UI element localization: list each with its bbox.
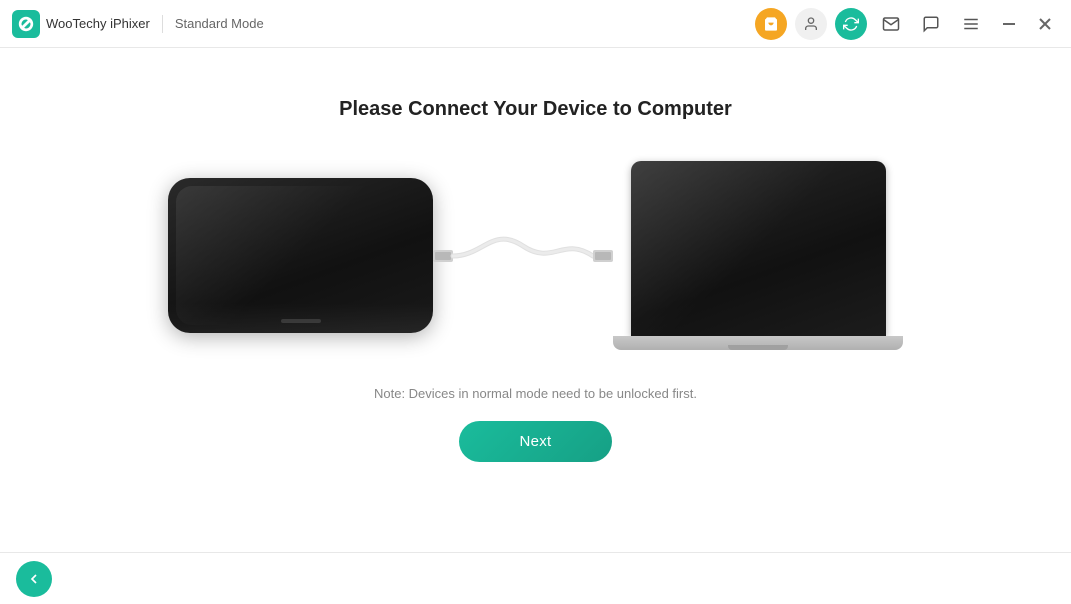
phone-speaker [281,319,321,323]
close-button[interactable] [1031,10,1059,38]
cart-icon-button[interactable] [755,8,787,40]
phone-illustration [168,178,433,333]
connect-illustration [0,161,1071,350]
laptop-illustration [613,161,903,350]
laptop-base [613,336,903,350]
titlebar-icons [755,8,1059,40]
titlebar: WooTechy iPhixer Standard Mode [0,0,1071,48]
page-title: Please Connect Your Device to Computer [339,98,732,121]
chat-icon-button[interactable] [915,8,947,40]
app-logo [12,10,40,38]
minimize-button[interactable] [995,10,1023,38]
user-icon-button[interactable] [795,8,827,40]
cable-illustration [433,196,613,316]
laptop-screen [631,161,886,336]
mail-icon-button[interactable] [875,8,907,40]
next-button[interactable]: Next [459,421,611,462]
app-name: WooTechy iPhixer [46,16,150,31]
titlebar-divider [162,15,163,33]
main-content: Please Connect Your Device to Computer [0,48,1071,462]
menu-icon-button[interactable] [955,8,987,40]
mode-label: Standard Mode [175,16,755,31]
note-text: Note: Devices in normal mode need to be … [374,386,697,401]
refresh-icon-button[interactable] [835,8,867,40]
back-button[interactable] [16,561,52,597]
bottom-bar [0,552,1071,604]
